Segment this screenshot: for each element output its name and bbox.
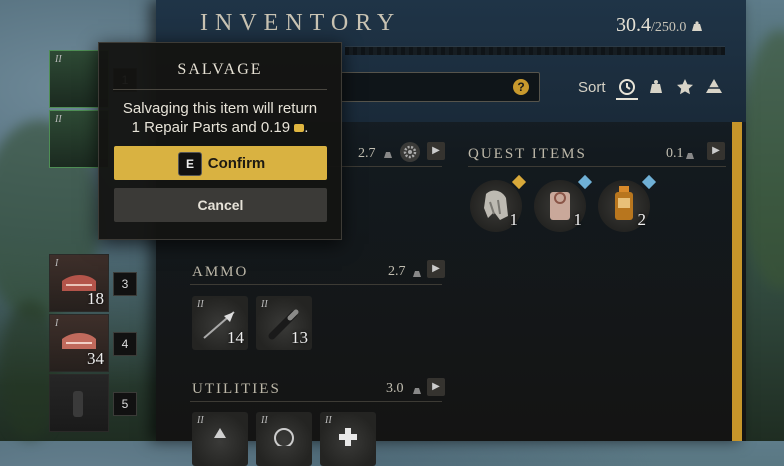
quest-expand-button[interactable]: ▶ [707, 142, 725, 160]
gear-icon[interactable] [400, 142, 420, 162]
weight-icon [692, 21, 703, 32]
background-foliage [740, 30, 784, 290]
clock-icon[interactable] [616, 78, 638, 100]
item-count: 13 [291, 328, 308, 347]
weight-sort-icon[interactable] [645, 78, 667, 98]
confirm-label: Confirm [207, 154, 266, 172]
weight-current: 30.4 [616, 14, 651, 36]
inventory-title: INVENTORY [200, 10, 402, 36]
salvage-message-suffix: . [304, 119, 309, 136]
quest-item-claw[interactable]: 1 [470, 180, 522, 232]
weight-readout: 30.4/250.0 [616, 14, 703, 37]
star-icon[interactable] [674, 78, 696, 98]
item-tier: I [55, 258, 59, 269]
quest-item-scroll[interactable]: 1 [534, 180, 586, 232]
section-divider [190, 401, 442, 402]
item-tier: II [55, 114, 62, 125]
ammo-weight: 2.7 [388, 264, 406, 279]
weight-icon [413, 271, 421, 277]
salvage-message-line1: Salvaging this item will return [122, 100, 318, 117]
item-count: 2 [637, 210, 647, 229]
quickbar-number: 5 [113, 392, 137, 416]
quickbar-number: 4 [113, 332, 137, 356]
quest-items-title: QUEST ITEMS [468, 146, 587, 162]
quickbar-slot-food[interactable]: I 18 [49, 254, 109, 312]
utility-item[interactable]: II [192, 412, 248, 466]
item-count: 1 [509, 210, 519, 229]
tier-icon[interactable] [703, 78, 725, 98]
item-count: 18 [87, 289, 104, 308]
salvage-dialog: SALVAGE Salvaging this item will return … [98, 42, 342, 240]
utility-item[interactable]: II [256, 412, 312, 466]
cancel-button[interactable]: Cancel [114, 188, 327, 222]
item-tier: I [55, 318, 59, 329]
section-divider [468, 166, 726, 167]
item-tier: II [261, 415, 268, 426]
quest-item-jar[interactable]: 2 [598, 180, 650, 232]
keybind-e-badge: E [178, 152, 202, 176]
confirm-button[interactable]: E Confirm [114, 146, 327, 180]
ammo-title: AMMO [192, 264, 249, 280]
section-expand-button[interactable]: ▶ [427, 142, 445, 160]
sort-label: Sort [578, 79, 606, 96]
search-input[interactable] [340, 72, 540, 102]
weight-icon [413, 388, 421, 394]
salvage-title: SALVAGE [177, 61, 263, 78]
coin-icon [294, 124, 305, 133]
salvage-message: Salvaging this item will return 1 Repair… [107, 99, 333, 137]
weight-icon [384, 152, 392, 158]
salvage-message-line2: 1 Repair Parts and 0.19 [131, 119, 291, 136]
utilities-weight: 3.0 [386, 381, 404, 396]
ammo-item-cartridge[interactable]: II 13 [256, 296, 312, 350]
utility-item[interactable]: II [320, 412, 376, 466]
help-icon[interactable]: ? [513, 79, 529, 95]
section-divider [190, 284, 442, 285]
section-weight: 2.7 [358, 146, 376, 161]
item-count: 1 [573, 210, 583, 229]
utilities-expand-button[interactable]: ▶ [427, 378, 445, 396]
item-tier: II [55, 54, 62, 65]
quickbar-slot-empty[interactable] [49, 374, 109, 432]
weight-max: /250.0 [651, 20, 687, 35]
quickbar-slot-food[interactable]: I 34 [49, 314, 109, 372]
item-count: 34 [87, 349, 104, 368]
scrollbar[interactable] [732, 122, 742, 441]
quest-items-weight: 0.1 [666, 146, 684, 161]
quickbar-number: 3 [113, 272, 137, 296]
item-tier: II [325, 415, 332, 426]
cancel-label: Cancel [197, 197, 244, 213]
weight-capacity-bar [345, 46, 725, 55]
utilities-title: UTILITIES [192, 381, 281, 397]
weight-icon [686, 153, 694, 159]
ammo-expand-button[interactable]: ▶ [427, 260, 445, 278]
item-count: 14 [227, 328, 244, 347]
salvage-divider [113, 89, 327, 90]
ammo-item-arrow[interactable]: II 14 [192, 296, 248, 350]
item-tier: II [197, 415, 204, 426]
